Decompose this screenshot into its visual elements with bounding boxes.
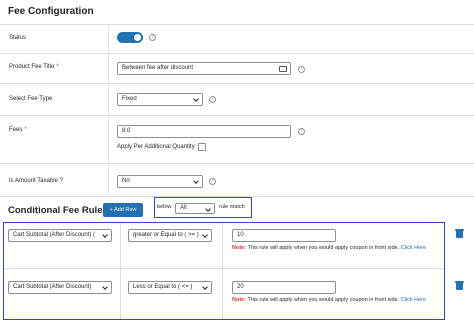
divider <box>0 53 474 54</box>
rule-operator-select[interactable]: Less or Equal to ( <= ) <box>128 281 212 294</box>
column-divider <box>222 223 223 319</box>
conditional-fee-rule-title: Conditional Fee Rule <box>8 205 103 216</box>
help-icon[interactable]: ? <box>298 128 305 135</box>
click-here-link[interactable]: Click Here <box>401 245 426 251</box>
amount-taxable-label: Is Amount Taxable ? <box>9 178 63 184</box>
column-divider <box>120 223 121 319</box>
click-here-link[interactable]: Click Here <box>401 297 426 303</box>
rule-note: Note: This rule will apply when you woul… <box>232 297 427 303</box>
column-divider <box>108 25 109 197</box>
rule-condition-select[interactable]: Cart Subtotal (After Discount) <box>8 281 112 294</box>
amount-taxable-select[interactable]: No <box>117 175 203 188</box>
trash-icon[interactable] <box>455 229 464 238</box>
list-icon <box>279 66 287 72</box>
rule-match-group: below All rule match <box>154 197 252 218</box>
help-icon[interactable]: ? <box>298 66 305 73</box>
row-divider <box>4 268 444 269</box>
divider <box>0 83 474 84</box>
divider <box>0 163 474 164</box>
rule-value-input[interactable]: 20 <box>232 281 336 294</box>
rule-operator-select[interactable]: greater or Equal to ( >= ) <box>128 229 212 242</box>
apply-per-quantity-label: Apply Per Additional Quantity <box>117 144 195 150</box>
fees-input[interactable]: 8.0 <box>117 125 291 138</box>
divider <box>0 115 474 116</box>
product-fee-title-label: Product Fee Title * <box>9 64 59 70</box>
below-label: below <box>157 204 172 210</box>
rule-note: Note: This rule will apply when you woul… <box>232 245 427 251</box>
select-fee-type-label: Select Fee Type <box>9 96 53 102</box>
help-icon[interactable]: ? <box>149 34 156 41</box>
trash-icon[interactable] <box>455 281 464 290</box>
fees-label: Fees * <box>9 127 27 133</box>
rule-match-label: rule match <box>219 204 245 210</box>
divider <box>0 24 474 25</box>
fee-type-select[interactable]: Fixed <box>117 93 203 106</box>
fee-configuration-title: Fee Configuration <box>8 6 94 17</box>
rule-condition-select[interactable]: Cart Subtotal (After Discount) ( <box>8 229 112 242</box>
rule-match-select[interactable]: All <box>175 203 215 214</box>
help-icon[interactable]: ? <box>209 178 216 185</box>
status-toggle[interactable] <box>117 32 143 43</box>
product-fee-title-input[interactable]: Between fee after discount <box>117 62 291 75</box>
apply-per-quantity-checkbox[interactable] <box>198 143 206 151</box>
add-row-button[interactable]: + Add Row <box>103 203 143 217</box>
toggle-knob <box>134 34 141 41</box>
status-label: Status <box>9 35 27 41</box>
help-icon[interactable]: ? <box>209 96 216 103</box>
rule-value-input[interactable]: 10 <box>232 229 336 242</box>
